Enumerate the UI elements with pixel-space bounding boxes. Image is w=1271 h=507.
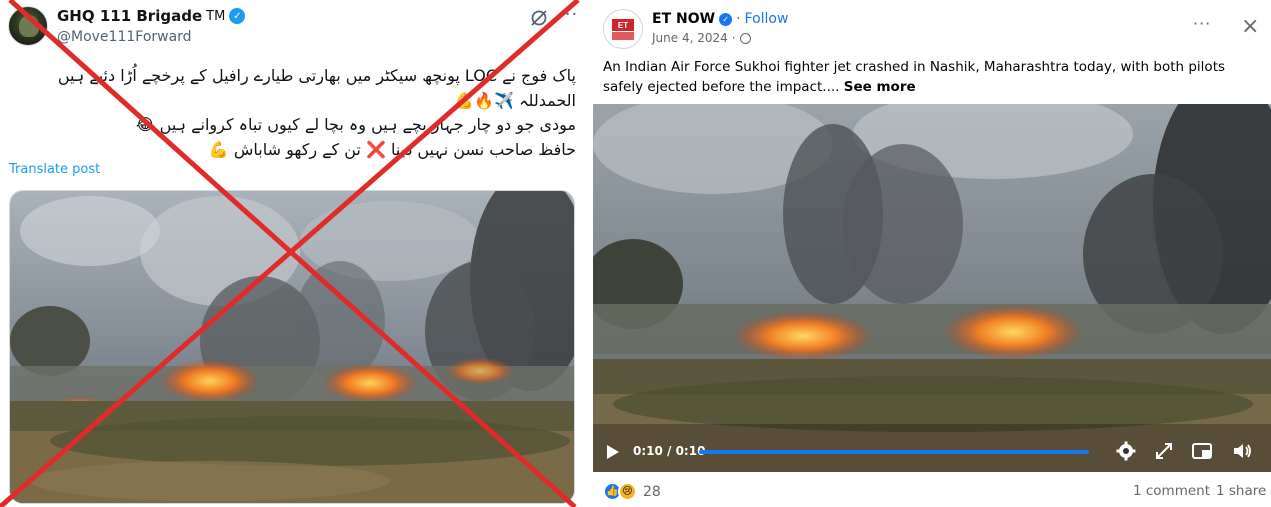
video-progress-bar[interactable] xyxy=(699,450,1089,454)
video-time: 0:10 / 0:10 xyxy=(633,444,706,458)
reactions-summary[interactable]: 👍 😢 28 xyxy=(603,482,661,501)
facebook-post: ET ET NOW ✓ · Follow June 4, 2024 · ··· … xyxy=(593,0,1271,507)
logo-band xyxy=(612,32,634,40)
fullscreen-icon[interactable] xyxy=(1153,440,1175,462)
see-more-link[interactable]: See more xyxy=(844,79,916,95)
tweet-line: پاک فوج نے LOC پونچھ سیکٹر میں بھارتی طی… xyxy=(57,66,576,85)
follow-button[interactable]: Follow xyxy=(745,11,789,27)
post-text: An Indian Air Force Sukhoi fighter jet c… xyxy=(603,58,1265,97)
settings-icon[interactable] xyxy=(1115,440,1137,462)
name-suffix: TM xyxy=(206,8,226,24)
twitter-post: GHQ 111 Brigade TM ✓ @Move111Forward ··· … xyxy=(0,0,586,507)
picture-in-picture-icon[interactable] xyxy=(1191,440,1213,462)
crash-scene-video-frame xyxy=(593,104,1271,472)
panel-divider xyxy=(586,0,593,507)
more-horizontal-icon[interactable]: ··· xyxy=(558,4,578,25)
video-progress-fill xyxy=(699,450,1089,454)
logo-text: ET xyxy=(612,19,634,31)
post-date-text[interactable]: June 4, 2024 xyxy=(652,31,728,45)
verified-badge-icon: ✓ xyxy=(719,12,733,26)
twitter-handle[interactable]: @Move111Forward xyxy=(57,29,192,45)
grok-icon[interactable] xyxy=(529,8,549,28)
reaction-count[interactable]: 28 xyxy=(643,484,661,500)
post-footer: 👍 😢 28 1 comment 1 share xyxy=(593,476,1271,507)
post-date[interactable]: June 4, 2024 · xyxy=(652,31,751,45)
et-now-logo[interactable]: ET xyxy=(603,9,643,49)
sad-icon: 😢 xyxy=(618,482,637,501)
close-icon[interactable]: × xyxy=(1241,16,1259,38)
more-horizontal-icon[interactable]: ··· xyxy=(1193,14,1211,33)
tweet-text: پاک فوج نے LOC پونچھ سیکٹر میں بھارتی طی… xyxy=(10,64,576,162)
twitter-display-name[interactable]: GHQ 111 Brigade TM ✓ xyxy=(57,7,246,25)
comments-link[interactable]: 1 comment xyxy=(1133,483,1210,499)
volume-icon[interactable] xyxy=(1231,440,1253,462)
translate-post-link[interactable]: Translate post xyxy=(9,162,100,177)
post-video[interactable] xyxy=(593,104,1271,472)
tweet-line: الحمدللہ ✈️🔥💪 xyxy=(454,90,576,110)
separator-dot: · xyxy=(736,11,741,27)
verified-badge-icon: ✓ xyxy=(229,8,246,24)
shares-link[interactable]: 1 share xyxy=(1216,483,1266,499)
page-header: ET NOW ✓ · Follow xyxy=(652,11,788,27)
tweet-line: مودی جو دو چار جہاز بچے ہیں وہ بچا لے کی… xyxy=(135,115,576,134)
page-name[interactable]: ET NOW xyxy=(652,11,715,27)
tweet-video-thumbnail[interactable] xyxy=(9,190,575,504)
display-name-text[interactable]: GHQ 111 Brigade xyxy=(57,7,202,25)
crash-scene-image xyxy=(10,191,574,503)
globe-icon xyxy=(739,32,751,44)
separator-dot: · xyxy=(731,31,736,45)
twitter-avatar[interactable] xyxy=(8,6,48,46)
tweet-line: حافظ صاحب نسن نہیں دینا ❌ تن کے رکھو شاب… xyxy=(208,139,576,159)
play-icon[interactable] xyxy=(607,445,619,459)
